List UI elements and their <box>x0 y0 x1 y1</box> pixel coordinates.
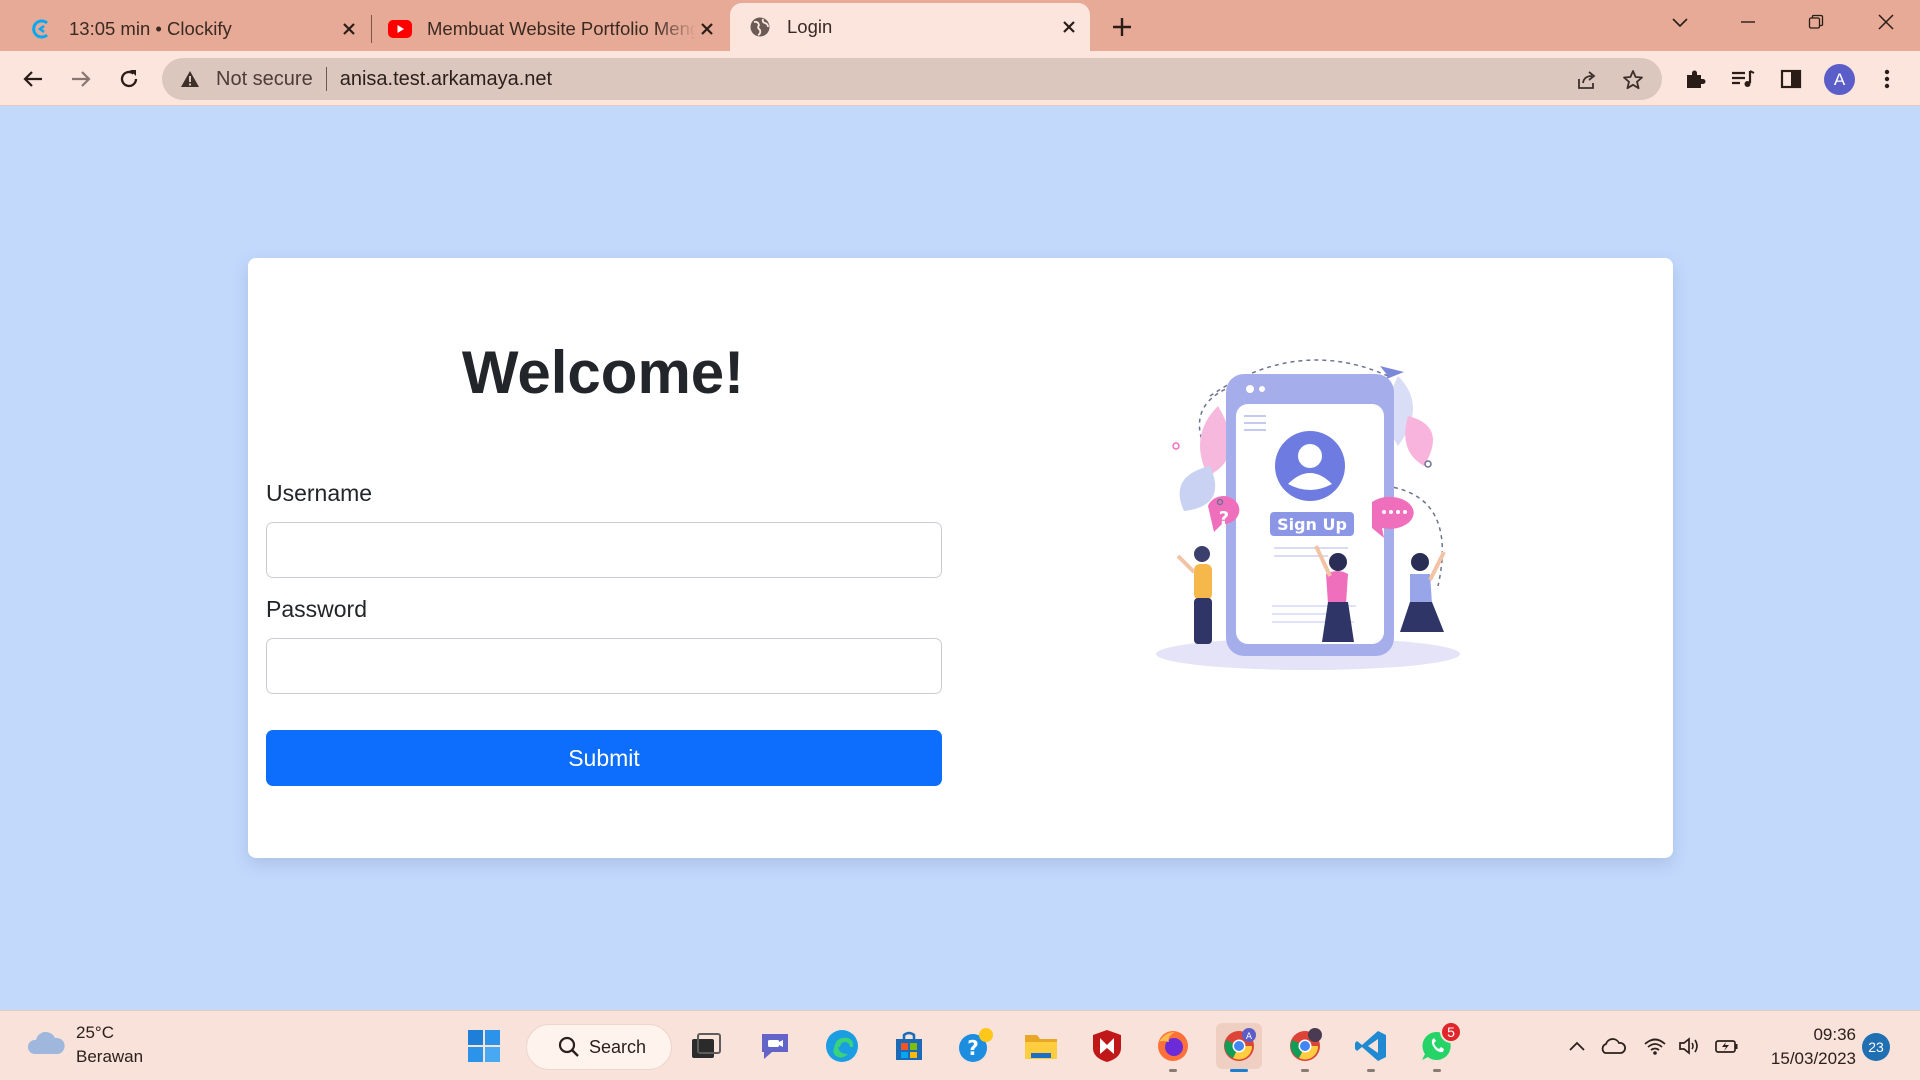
submit-button[interactable]: Submit <box>266 730 942 786</box>
chrome-profile-icon[interactable] <box>1282 1023 1328 1072</box>
running-indicator <box>1433 1069 1441 1072</box>
reload-icon[interactable] <box>114 64 144 94</box>
onedrive-cloud-icon[interactable] <box>1598 1031 1628 1061</box>
svg-text:?: ? <box>1219 508 1229 529</box>
side-panel-icon[interactable] <box>1776 64 1806 94</box>
password-label: Password <box>266 596 367 622</box>
teams-chat-icon[interactable] <box>752 1023 798 1069</box>
edge-browser-icon[interactable] <box>819 1023 865 1069</box>
share-icon[interactable] <box>1574 67 1600 93</box>
sign-up-illustration: Sign Up ? <box>1156 359 1460 670</box>
close-tab-icon[interactable] <box>696 18 718 40</box>
mcafee-icon[interactable] <box>1084 1023 1130 1069</box>
file-explorer-icon[interactable] <box>1018 1023 1064 1069</box>
username-input[interactable] <box>266 522 942 578</box>
chrome-icon[interactable]: A <box>1216 1023 1262 1072</box>
warning-icon[interactable] <box>178 67 202 91</box>
weather-widget[interactable]: 25°C Berawan <box>26 1021 143 1069</box>
running-indicator <box>1367 1069 1375 1072</box>
password-input[interactable] <box>266 638 942 694</box>
windows-start-icon[interactable] <box>461 1023 507 1069</box>
whatsapp-icon[interactable]: 5 <box>1414 1021 1462 1072</box>
running-indicator <box>1169 1069 1177 1072</box>
tab-title: Login <box>787 16 833 37</box>
clock-date: 15/03/2023 <box>1770 1049 1856 1068</box>
wifi-icon[interactable] <box>1640 1031 1670 1061</box>
get-help-icon[interactable]: ? <box>952 1023 998 1069</box>
notification-badge: 5 <box>1440 1021 1462 1043</box>
clockify-icon <box>30 17 54 41</box>
task-view-icon[interactable] <box>683 1023 729 1069</box>
minimize-icon[interactable] <box>1728 8 1768 36</box>
microsoft-store-icon[interactable] <box>886 1023 932 1069</box>
tab-separator <box>371 15 372 43</box>
firefox-icon[interactable] <box>1150 1023 1196 1072</box>
close-tab-icon[interactable] <box>338 18 360 40</box>
browser-toolbar: Not secure anisa.test.arkamaya.net A <box>0 51 1920 106</box>
url-text[interactable]: anisa.test.arkamaya.net <box>340 68 552 91</box>
battery-charging-icon[interactable] <box>1712 1031 1742 1061</box>
forward-icon[interactable] <box>66 64 96 94</box>
vscode-icon[interactable] <box>1348 1023 1394 1072</box>
notification-count-badge[interactable]: 23 <box>1862 1033 1890 1061</box>
weather-temp: 25°C <box>76 1023 114 1042</box>
youtube-icon <box>388 17 412 41</box>
search-icon <box>558 1036 579 1057</box>
back-icon[interactable] <box>18 64 48 94</box>
username-label: Username <box>266 480 373 506</box>
tab-title: 13:05 min • Clockify <box>69 18 232 39</box>
profile-avatar[interactable]: A <box>1824 64 1855 95</box>
show-hidden-icons-chevron-icon[interactable] <box>1562 1031 1592 1061</box>
tab-search-chevron-icon[interactable] <box>1660 8 1700 36</box>
weather-condition: Berawan <box>76 1047 144 1066</box>
volume-icon[interactable] <box>1674 1031 1704 1061</box>
menu-kebab-icon[interactable] <box>1872 64 1902 94</box>
page-title: Welcome! <box>461 339 745 406</box>
tab-login[interactable]: Login <box>730 3 1090 51</box>
clock-time: 09:36 <box>1813 1025 1856 1044</box>
cloud-icon <box>26 1028 66 1063</box>
address-bar[interactable]: Not secure anisa.test.arkamaya.net <box>162 58 1662 100</box>
bookmark-star-icon[interactable] <box>1620 67 1646 93</box>
divider <box>325 67 327 91</box>
tab-clockify[interactable]: 13:05 min • Clockify <box>30 7 360 51</box>
tab-title: Membuat Website Portfolio Menggunakan <box>427 18 696 39</box>
system-clock[interactable]: 09:36 15/03/2023 <box>1760 1023 1856 1071</box>
close-tab-icon[interactable] <box>1058 16 1080 38</box>
login-card: Welcome! Username Password Submit Sign U… <box>248 258 1673 858</box>
extensions-icon[interactable] <box>1680 64 1710 94</box>
tab-strip: 13:05 min • Clockify Membuat Website Por… <box>0 0 1920 51</box>
restore-icon[interactable] <box>1796 8 1836 36</box>
security-label[interactable]: Not secure <box>216 68 313 91</box>
media-control-icon[interactable] <box>1728 64 1758 94</box>
globe-icon <box>748 15 772 39</box>
close-window-icon[interactable] <box>1866 8 1906 36</box>
running-indicator <box>1301 1069 1309 1072</box>
search-label: Search <box>589 1036 647 1057</box>
svg-text:?: ? <box>967 1036 979 1060</box>
svg-text:A: A <box>1246 1032 1253 1042</box>
sign-up-badge-text: Sign Up <box>1277 515 1347 534</box>
taskbar-search[interactable]: Search <box>526 1024 672 1070</box>
new-tab-icon[interactable] <box>1108 13 1136 41</box>
taskbar: 25°C Berawan Search ? A 5 09:36 15/03/20… <box>0 1010 1920 1080</box>
tab-youtube[interactable]: Membuat Website Portfolio Menggunakan <box>388 7 718 51</box>
active-indicator <box>1230 1069 1248 1072</box>
